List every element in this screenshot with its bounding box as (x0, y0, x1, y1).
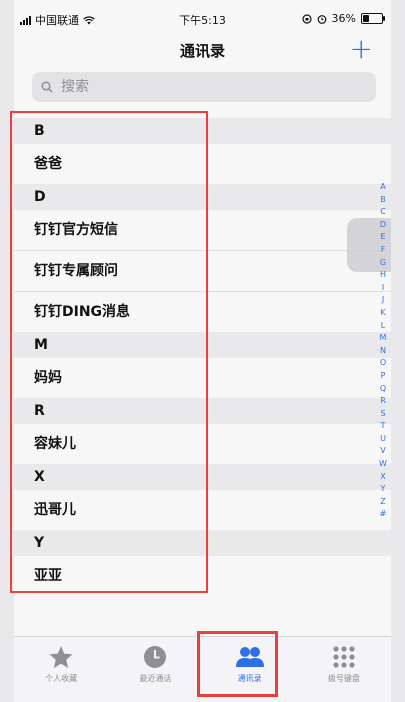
contact-row[interactable]: 钉钉官方短信 (14, 210, 391, 251)
contact-row[interactable]: 爸爸 (14, 144, 391, 184)
index-letter[interactable]: O (380, 357, 386, 370)
section-header: M (14, 332, 391, 358)
index-letter[interactable]: E (380, 231, 385, 244)
index-letter[interactable]: W (379, 458, 387, 471)
index-letter[interactable]: J (382, 294, 384, 307)
nav-bar: 通讯录 + (14, 32, 391, 65)
tab-label: 个人收藏 (45, 674, 78, 683)
tab-contacts[interactable]: 通讯录 (203, 637, 297, 702)
index-letter[interactable]: P (381, 370, 386, 383)
contact-row[interactable]: 亚亚 (14, 556, 391, 596)
index-letter[interactable]: M (380, 332, 387, 345)
tab-label: 通讯录 (237, 674, 262, 683)
index-letter[interactable]: B (380, 194, 386, 207)
search-icon (41, 81, 53, 93)
index-letter[interactable]: X (380, 471, 385, 484)
search-input[interactable] (59, 78, 343, 96)
phone-screen: 中国联通 下午5:13 36% 通讯录 + 搜索 B 爸爸 D 钉钉官方短信 钉… (14, 0, 391, 702)
orientation-lock-icon (301, 13, 312, 24)
search-bar[interactable] (32, 72, 376, 102)
status-bar: 中国联通 下午5:13 36% (14, 0, 391, 38)
index-letter[interactable]: N (380, 345, 386, 358)
contacts-icon (235, 647, 264, 667)
tab-bar: 个人收藏 最近通话 通讯录 拨号键盘 (14, 636, 391, 702)
index-letter[interactable]: # (380, 508, 387, 521)
section-header: D (14, 184, 391, 210)
index-letter[interactable]: T (381, 420, 386, 433)
tab-keypad[interactable]: 拨号键盘 (297, 637, 391, 702)
clock-icon (144, 646, 167, 668)
index-letter[interactable]: F (381, 244, 386, 257)
index-letter[interactable]: R (380, 395, 386, 408)
alphabet-index[interactable]: A B C D E F G H I J K L M N O P Q R S T U V W X Y Z # (377, 181, 389, 521)
contact-row[interactable]: 钉钉专属顾问 (14, 251, 391, 292)
contact-list: B 爸爸 D 钉钉官方短信 钉钉专属顾问 钉钉DING消息 M 妈妈 R 容妹儿 X 迅哥儿 Y 亚亚 (14, 118, 391, 596)
keypad-icon (333, 646, 355, 668)
index-letter[interactable]: Q (380, 383, 386, 396)
index-letter[interactable]: C (380, 206, 386, 219)
index-letter[interactable]: K (380, 307, 385, 320)
contact-row[interactable]: 容妹儿 (14, 424, 391, 464)
contact-row[interactable]: 妈妈 (14, 358, 391, 398)
add-contact-button[interactable]: + (350, 32, 373, 65)
tab-label: 最近通话 (139, 674, 172, 683)
contact-row[interactable]: 钉钉DING消息 (14, 292, 391, 332)
index-letter[interactable]: U (380, 433, 386, 446)
section-header: R (14, 398, 391, 424)
index-letter[interactable]: S (380, 408, 385, 421)
contact-row[interactable]: 迅哥儿 (14, 490, 391, 530)
index-letter[interactable]: D (380, 219, 386, 232)
battery-percent: 36% (331, 12, 356, 25)
section-header: Y (14, 530, 391, 556)
star-icon (49, 646, 73, 668)
section-header: B (14, 118, 391, 144)
index-letter[interactable]: H (380, 269, 386, 282)
index-letter[interactable]: V (380, 445, 385, 458)
tab-favorites[interactable]: 个人收藏 (14, 637, 108, 702)
tab-recents[interactable]: 最近通话 (108, 637, 202, 702)
index-letter[interactable]: Y (381, 483, 386, 496)
section-header: X (14, 464, 391, 490)
index-letter[interactable]: Z (380, 496, 385, 509)
index-letter[interactable]: G (380, 257, 386, 270)
tab-label: 拨号键盘 (327, 674, 360, 683)
page-title: 通讯录 (179, 42, 225, 60)
alarm-icon (317, 14, 326, 24)
index-letter[interactable]: A (380, 181, 385, 194)
index-letter[interactable]: L (381, 320, 385, 333)
index-letter[interactable]: I (382, 282, 384, 295)
battery-icon (361, 13, 385, 24)
battery-fill (363, 15, 370, 22)
